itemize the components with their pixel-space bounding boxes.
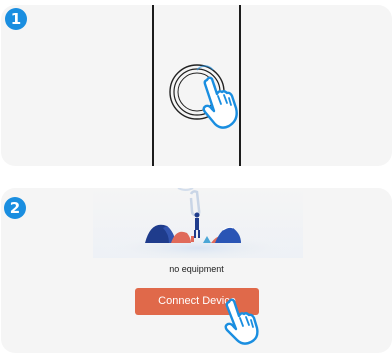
step-2-badge: 2 bbox=[4, 197, 26, 219]
step-1-badge: 1 bbox=[5, 8, 27, 30]
door-frame-left bbox=[152, 5, 154, 166]
empty-state-message: no equipment bbox=[169, 264, 224, 274]
empty-equipment-illustration bbox=[93, 188, 303, 262]
step-1-panel bbox=[1, 5, 392, 166]
step-2-panel: no equipment Connect Device bbox=[1, 188, 392, 353]
lock-tap-illustration bbox=[169, 64, 238, 129]
tap-hand-icon bbox=[224, 298, 259, 345]
